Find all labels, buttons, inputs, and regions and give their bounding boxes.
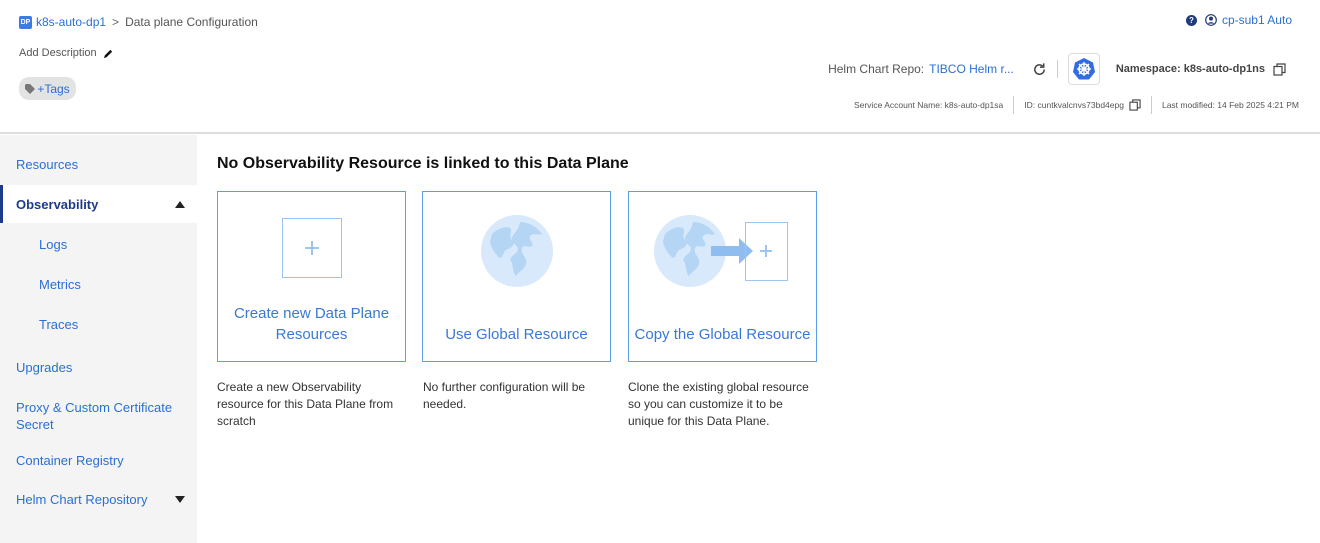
add-tags-button[interactable]: +Tags [19, 77, 76, 100]
kubernetes-icon [1072, 58, 1095, 80]
sidebar-item-resources[interactable]: Resources [0, 157, 197, 172]
last-modified: Last modified: 14 Feb 2025 4:21 PM [1161, 100, 1299, 110]
sidebar-item-logs[interactable]: Logs [0, 237, 197, 252]
sidebar-item-label: Helm Chart Repository [16, 492, 148, 507]
dataplane-id: ID: cuntkvalcnvs73bd4epg [1024, 100, 1124, 110]
divider [1150, 96, 1152, 114]
sidebar-item-proxy-certificate[interactable]: Proxy & Custom Certificate Secret [0, 399, 180, 433]
header: DP k8s-auto-dp1 > Data plane Configurati… [0, 0, 1320, 134]
globe-icon [480, 215, 553, 287]
breadcrumb-dataplane-link[interactable]: k8s-auto-dp1 [36, 15, 106, 29]
card-description: Clone the existing global resource so yo… [628, 380, 809, 428]
plus-box-icon [281, 218, 342, 278]
use-global-resource-card[interactable]: Use Global Resource [422, 191, 611, 362]
user-area: ? cp-sub1 Auto [1185, 13, 1292, 27]
card-title: Create new Data Plane Resources [233, 305, 390, 343]
create-new-resource-card[interactable]: Create new Data Plane Resources [217, 191, 406, 362]
help-icon[interactable]: ? [1185, 14, 1197, 26]
add-description[interactable]: Add Description [19, 47, 114, 59]
copy-icon[interactable] [1273, 62, 1286, 76]
dataplane-info: Helm Chart Repo: TIBCO Helm r... Namespa… [828, 52, 1286, 86]
card-description: Create a new Observability resource for … [217, 380, 394, 428]
page-title: No Observability Resource is linked to t… [217, 155, 629, 172]
sidebar-item-container-registry[interactable]: Container Registry [0, 453, 197, 468]
sidebar-item-helm-chart-repository[interactable]: Helm Chart Repository [0, 492, 197, 507]
dataplane-badge: DP [19, 15, 32, 29]
user-menu[interactable]: cp-sub1 Auto [1205, 13, 1292, 27]
namespace: Namespace: k8s-auto-dp1ns [1115, 63, 1265, 75]
breadcrumb: DP k8s-auto-dp1 > Data plane Configurati… [19, 15, 258, 29]
tags-label: +Tags [37, 81, 70, 96]
card-title: Copy the Global Resource [634, 326, 811, 343]
copy-global-resource-card[interactable]: Copy the Global Resource [628, 191, 817, 362]
sidebar-item-traces[interactable]: Traces [0, 317, 197, 332]
helm-repo-label: Helm Chart Repo: [828, 62, 925, 76]
sidebar-item-metrics[interactable]: Metrics [0, 277, 197, 292]
divider [1056, 60, 1058, 78]
expand-icon[interactable] [175, 496, 185, 503]
copy-id-icon[interactable] [1129, 99, 1141, 111]
refresh-icon[interactable] [1032, 62, 1047, 77]
copy-globe-icon [653, 215, 788, 287]
collapse-icon[interactable] [175, 200, 185, 208]
user-icon [1205, 14, 1217, 26]
add-description-label: Add Description [19, 47, 97, 59]
chevron-right-icon: > [112, 15, 120, 29]
sidebar-item-upgrades[interactable]: Upgrades [0, 360, 197, 375]
sidebar-item-observability[interactable]: Observability [0, 185, 197, 223]
tag-icon [25, 83, 36, 94]
sidebar-item-label: Observability [16, 196, 99, 212]
breadcrumb-current: Data plane Configuration [125, 15, 258, 29]
sidebar: Resources Observability Logs Metrics Tra… [0, 135, 197, 543]
dataplane-meta: Service Account Name: k8s-auto-dp1sa ID:… [854, 96, 1299, 114]
divider [1013, 96, 1015, 114]
card-description: No further configuration will be needed. [423, 380, 586, 411]
pencil-icon[interactable] [103, 48, 114, 59]
user-name: cp-sub1 Auto [1221, 13, 1292, 27]
kubernetes-logo [1067, 53, 1100, 85]
service-account: Service Account Name: k8s-auto-dp1sa [853, 100, 1004, 110]
helm-repo-link[interactable]: TIBCO Helm r... [929, 62, 1014, 76]
card-title: Use Global Resource [445, 326, 588, 343]
